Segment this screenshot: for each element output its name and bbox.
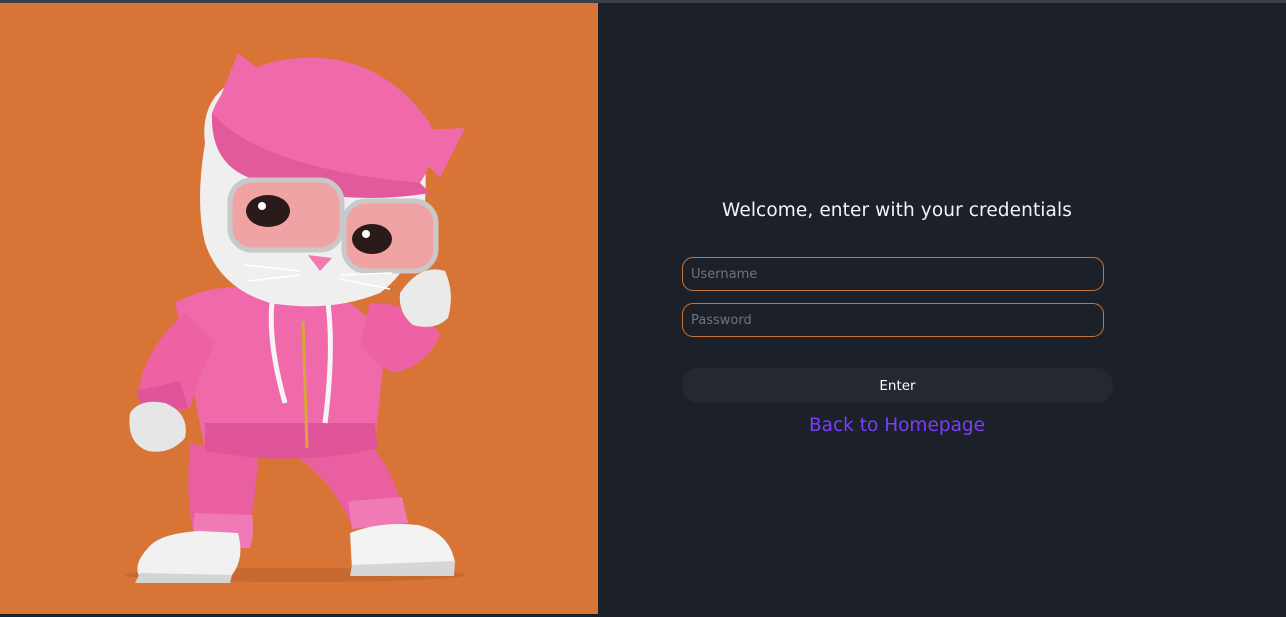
password-input[interactable]	[682, 303, 1104, 337]
username-input[interactable]	[682, 257, 1104, 291]
login-page: Welcome, enter with your credentials Ent…	[0, 0, 1286, 617]
cat-mascot-icon	[125, 53, 465, 583]
login-title: Welcome, enter with your credentials	[722, 200, 1072, 221]
illustration-panel	[0, 3, 598, 614]
back-to-homepage-link[interactable]: Back to Homepage	[598, 415, 1196, 436]
enter-button[interactable]: Enter	[682, 368, 1113, 403]
login-panel: Welcome, enter with your credentials Ent…	[598, 3, 1286, 617]
